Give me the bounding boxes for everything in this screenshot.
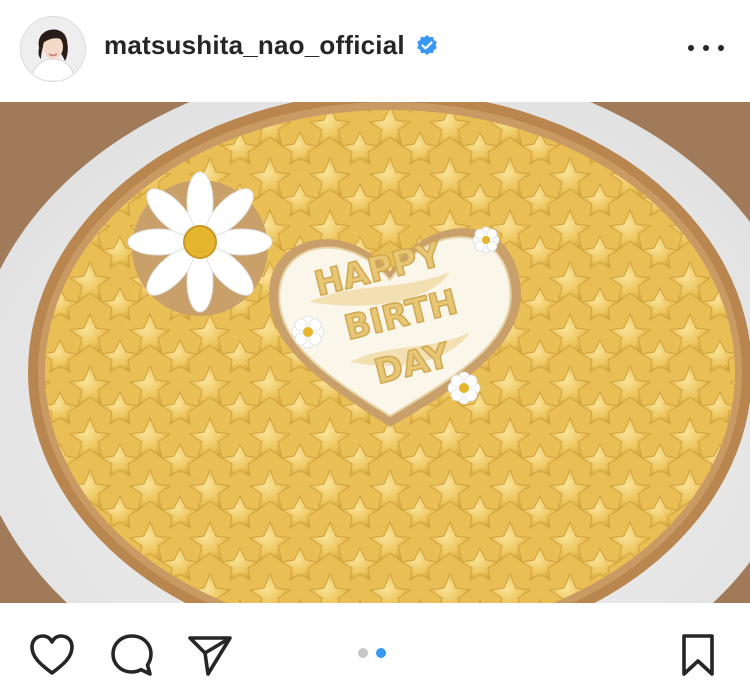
avatar[interactable] — [20, 16, 86, 82]
heart-icon[interactable] — [28, 631, 76, 679]
username: matsushita_nao_official — [104, 30, 405, 60]
more-options-icon[interactable] — [688, 34, 724, 62]
more-dot — [703, 45, 709, 51]
paper-plane-icon[interactable] — [186, 631, 234, 679]
more-dot — [718, 45, 724, 51]
post-photo[interactable]: HAPPY BIRTH DAY — [0, 102, 750, 603]
profile-photo — [21, 17, 85, 81]
daisy-cookie — [127, 171, 273, 316]
more-dot — [688, 45, 694, 51]
bookmark-icon[interactable] — [674, 631, 722, 679]
action-bar — [0, 603, 750, 692]
carousel-dot — [358, 648, 368, 658]
comment-icon[interactable] — [108, 631, 156, 679]
username-link[interactable]: matsushita_nao_official — [104, 30, 439, 61]
carousel-dot-active — [376, 648, 386, 658]
post-header: matsushita_nao_official — [0, 0, 750, 102]
birthday-tart-photo: HAPPY BIRTH DAY — [0, 102, 750, 603]
verified-badge-icon — [416, 34, 437, 55]
instagram-post: matsushita_nao_official HAPPY BIRTH DAY — [0, 0, 750, 692]
carousel-indicator — [358, 648, 386, 658]
